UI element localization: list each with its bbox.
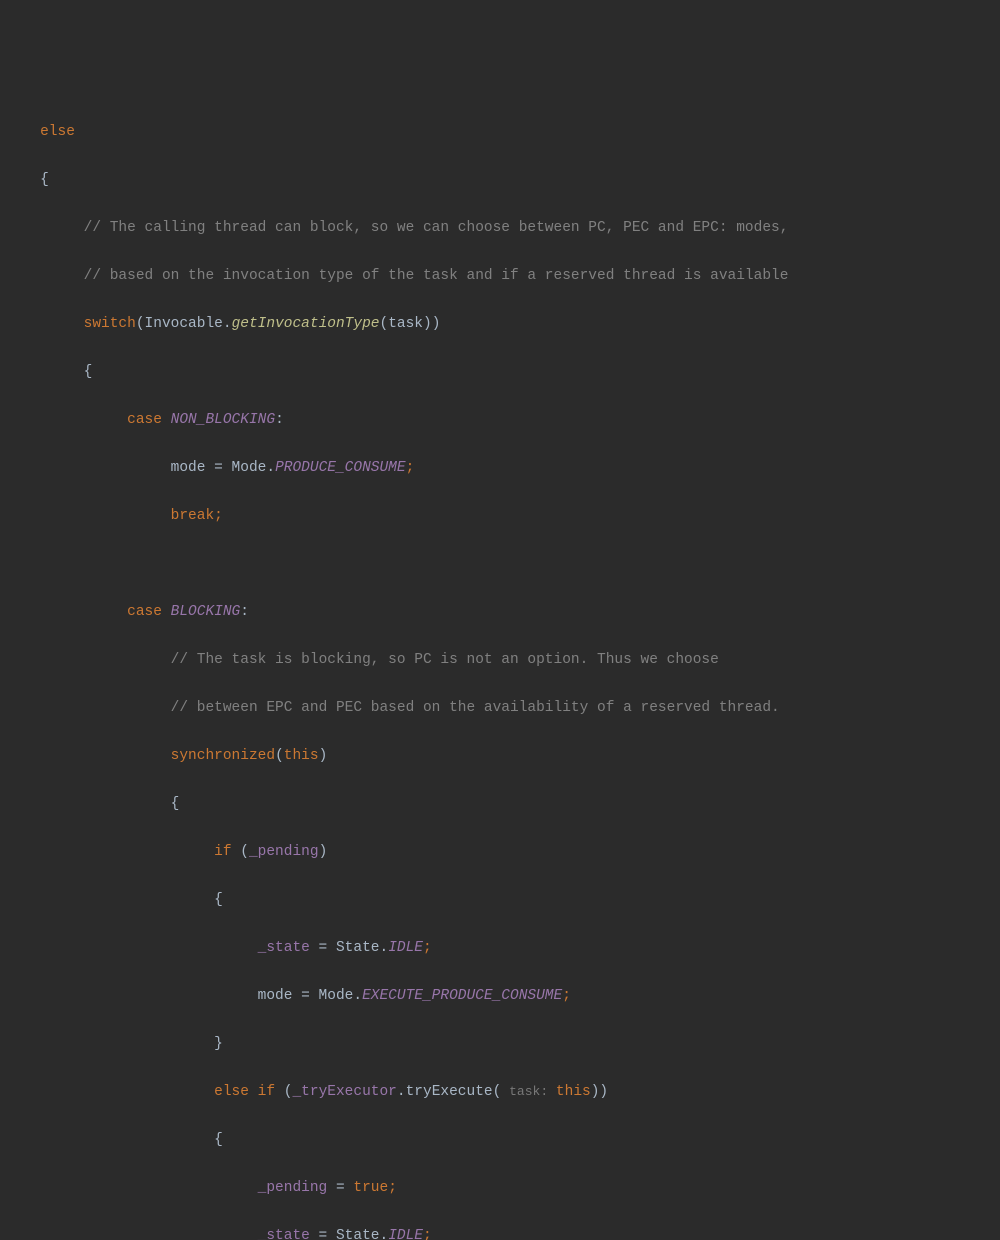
code-line: if (_pending): [0, 840, 1000, 864]
paren-close: )): [591, 1084, 608, 1100]
enum-const: BLOCKING: [162, 604, 240, 620]
comment: // based on the invocation type of the t…: [84, 268, 789, 284]
enum-const: NON_BLOCKING: [162, 412, 275, 428]
semicolon: ;: [423, 1228, 432, 1240]
code-line: _pending = true;: [0, 1176, 1000, 1200]
punct: (Invocable.: [136, 316, 232, 332]
paren-open: (: [275, 1084, 292, 1100]
ident: .tryExecute(: [397, 1084, 501, 1100]
static-method: getInvocationType: [232, 316, 380, 332]
brace-open: {: [84, 364, 93, 380]
code-line: // between EPC and PEC based on the avai…: [0, 696, 1000, 720]
code-line: {: [0, 1128, 1000, 1152]
semicolon: ;: [214, 508, 223, 524]
ident: =: [327, 1180, 353, 1196]
keyword-else: else: [40, 124, 75, 140]
colon: :: [275, 412, 284, 428]
keyword-case: case: [127, 412, 162, 428]
keyword-this: this: [556, 1084, 591, 1100]
brace-open: {: [171, 796, 180, 812]
code-line: _state = State.IDLE;: [0, 1224, 1000, 1240]
code-line: {: [0, 888, 1000, 912]
boolean-literal: true: [353, 1180, 388, 1196]
paren-open: (: [275, 748, 284, 764]
colon: :: [240, 604, 249, 620]
code-line: _state = State.IDLE;: [0, 936, 1000, 960]
paren-close: ): [319, 748, 328, 764]
code-line: mode = Mode.PRODUCE_CONSUME;: [0, 456, 1000, 480]
paren-open: (: [232, 844, 249, 860]
brace-close: }: [214, 1036, 223, 1052]
semicolon: ;: [423, 940, 432, 956]
comment: // The task is blocking, so PC is not an…: [171, 652, 719, 668]
brace-open: {: [214, 892, 223, 908]
field: _state: [258, 1228, 310, 1240]
brace-open: {: [214, 1132, 223, 1148]
ident: mode = Mode.: [258, 988, 362, 1004]
code-line: // based on the invocation type of the t…: [0, 264, 1000, 288]
field: _pending: [258, 1180, 328, 1196]
code-line: }: [0, 1032, 1000, 1056]
field: _state: [258, 940, 310, 956]
keyword-case: case: [127, 604, 162, 620]
code-line: {: [0, 792, 1000, 816]
enum-const: EXECUTE_PRODUCE_CONSUME: [362, 988, 562, 1004]
ident: mode = Mode.: [171, 460, 275, 476]
code-line: {: [0, 360, 1000, 384]
code-line: // The task is blocking, so PC is not an…: [0, 648, 1000, 672]
comment: // between EPC and PEC based on the avai…: [171, 700, 780, 716]
keyword-synchronized: synchronized: [171, 748, 275, 764]
enum-const: PRODUCE_CONSUME: [275, 460, 406, 476]
comment: // The calling thread can block, so we c…: [84, 220, 789, 236]
keyword-this: this: [284, 748, 319, 764]
code-line: [0, 552, 1000, 576]
code-line: switch(Invocable.getInvocationType(task)…: [0, 312, 1000, 336]
semicolon: ;: [388, 1180, 397, 1196]
code-line: else if (_tryExecutor.tryExecute( task: …: [0, 1080, 1000, 1104]
code-line: break;: [0, 504, 1000, 528]
code-line: mode = Mode.EXECUTE_PRODUCE_CONSUME;: [0, 984, 1000, 1008]
keyword-if: if: [214, 844, 231, 860]
ident: = State.: [310, 940, 388, 956]
code-line: case BLOCKING:: [0, 600, 1000, 624]
code-line: // The calling thread can block, so we c…: [0, 216, 1000, 240]
keyword-else: else: [214, 1084, 249, 1100]
ident: = State.: [310, 1228, 388, 1240]
field: _tryExecutor: [292, 1084, 396, 1100]
code-editor[interactable]: else { // The calling thread can block, …: [0, 96, 1000, 1240]
paren-close: ): [319, 844, 328, 860]
code-line: else: [0, 120, 1000, 144]
enum-const: IDLE: [388, 940, 423, 956]
keyword-switch: switch: [84, 316, 136, 332]
keyword-break: break: [171, 508, 215, 524]
semicolon: ;: [406, 460, 415, 476]
code-line: synchronized(this): [0, 744, 1000, 768]
semicolon: ;: [562, 988, 571, 1004]
code-line: case NON_BLOCKING:: [0, 408, 1000, 432]
code-line: {: [0, 168, 1000, 192]
brace-open: {: [40, 172, 49, 188]
punct: (task)): [380, 316, 441, 332]
param-hint: task:: [501, 1084, 556, 1099]
field: _pending: [249, 844, 319, 860]
enum-const: IDLE: [388, 1228, 423, 1240]
keyword-if: if: [249, 1084, 275, 1100]
